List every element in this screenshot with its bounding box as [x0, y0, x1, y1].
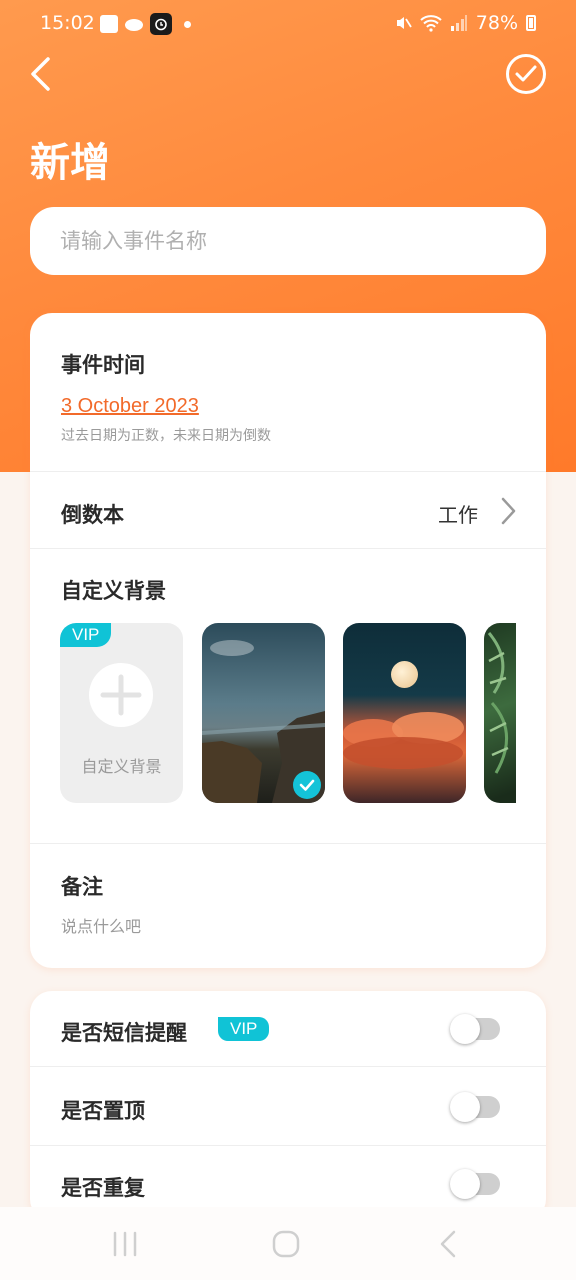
pin-top-toggle[interactable]: [450, 1092, 500, 1122]
settings-card: 是否短信提醒 VIP 是否置顶 是否重复: [30, 991, 546, 1221]
repeat-label: 是否重复: [61, 1176, 145, 1200]
selected-check-icon: [293, 771, 321, 799]
sms-reminder-label: 是否短信提醒: [61, 1021, 187, 1045]
mute-icon: [396, 17, 412, 29]
custom-background-text: 自定义背景: [81, 757, 162, 776]
notes-input[interactable]: 说点什么吧: [61, 913, 141, 937]
countdown-book-row[interactable]: 倒数本 工作: [30, 472, 546, 548]
vip-badge: VIP: [60, 623, 112, 647]
countdown-book-label: 倒数本: [61, 503, 124, 527]
sms-reminder-row: 是否短信提醒 VIP: [30, 991, 546, 1066]
chevron-right-icon: [501, 497, 516, 525]
notes-label: 备注: [61, 875, 103, 899]
page-title: 新增: [30, 140, 110, 186]
sms-reminder-toggle[interactable]: [450, 1014, 500, 1044]
back-button[interactable]: [24, 52, 64, 96]
repeat-toggle[interactable]: [450, 1169, 500, 1199]
confirm-button[interactable]: [506, 54, 546, 94]
background-image-coast[interactable]: [202, 623, 325, 803]
event-date-link[interactable]: 3 October 2023: [61, 395, 199, 418]
alarm-icon: [150, 13, 172, 35]
plus-icon: [89, 663, 153, 727]
gallery-icon: [100, 15, 118, 33]
home-icon[interactable]: [271, 1229, 301, 1259]
custom-background-button[interactable]: VIP 自定义背景: [60, 623, 183, 803]
pin-top-row: 是否置顶: [30, 1067, 546, 1145]
background-list[interactable]: VIP 自定义背景: [60, 623, 516, 803]
divider: [30, 843, 546, 844]
countdown-book-value: 工作: [438, 503, 478, 527]
signal-icon: [450, 15, 467, 31]
divider: [30, 548, 546, 549]
status-right-icons: 78%: [394, 12, 536, 34]
event-time-label: 事件时间: [61, 353, 145, 377]
background-image-moon[interactable]: [343, 623, 466, 803]
custom-background-label: 自定义背景: [61, 579, 166, 603]
battery-percent: 78%: [475, 12, 518, 34]
check-circle-icon: [515, 65, 537, 82]
clouds-image: [343, 712, 464, 769]
status-left-icons: [100, 13, 191, 35]
pin-top-label: 是否置顶: [61, 1099, 145, 1123]
event-details-card: 事件时间 3 October 2023 过去日期为正数，未来日期为倒数 倒数本 …: [30, 313, 546, 968]
event-name-input[interactable]: [30, 207, 546, 275]
status-time: 15:02: [40, 12, 95, 34]
notification-dot-icon: [184, 20, 191, 28]
cloud-icon: [125, 19, 143, 31]
system-navigation-bar: [0, 1207, 576, 1280]
recent-apps-icon[interactable]: [112, 1229, 138, 1259]
back-nav-icon[interactable]: [436, 1229, 460, 1259]
chevron-left-icon: [31, 57, 50, 91]
event-time-hint: 过去日期为正数，未来日期为倒数: [61, 428, 271, 444]
vip-badge: VIP: [218, 1017, 270, 1041]
battery-icon: [526, 15, 536, 31]
status-bar: 15:02 78%: [0, 0, 576, 46]
background-image-leaves[interactable]: [484, 623, 516, 803]
wifi-icon: [420, 15, 442, 32]
leaves-image: [487, 632, 509, 774]
